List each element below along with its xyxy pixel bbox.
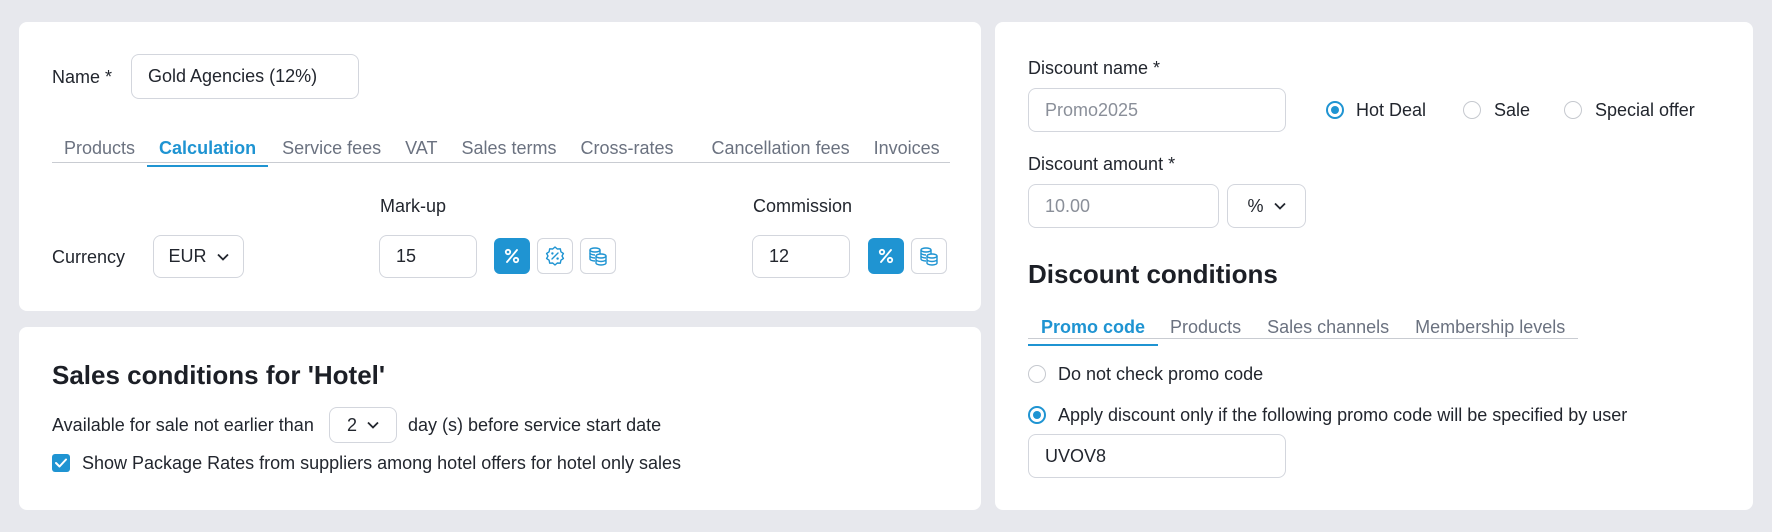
percent-icon [504, 248, 520, 264]
type-special-offer-radio[interactable] [1564, 101, 1582, 119]
promo-code-input[interactable]: UVOV8 [1028, 434, 1286, 478]
discount-amount-input[interactable]: 10.00 [1028, 184, 1219, 228]
days-select[interactable]: 2 [329, 407, 397, 443]
currency-select[interactable]: EUR [153, 235, 244, 278]
tabs-divider [52, 162, 950, 163]
tab-membership-levels[interactable]: Membership levels [1401, 312, 1577, 346]
markup-amount-button[interactable] [580, 238, 616, 274]
tab-products[interactable]: Products [1158, 312, 1253, 346]
discount-badge-icon [545, 246, 565, 266]
available-suffix-label: day (s) before service start date [408, 415, 662, 435]
type-hot-deal-radio[interactable] [1326, 101, 1344, 119]
condition-tabs: Promo code Products Sales channels Membe… [1028, 312, 1577, 346]
package-rates-label: Show Package Rates from suppliers among … [82, 453, 681, 473]
promo-do-not-check-radio[interactable] [1028, 365, 1046, 383]
commission-amount-button[interactable] [911, 238, 947, 274]
type-hot-deal-label: Hot Deal [1356, 100, 1427, 120]
currency-value: EUR [168, 246, 207, 266]
check-icon [55, 458, 67, 468]
commission-percent-button[interactable] [868, 238, 904, 274]
amount-unit-select[interactable]: % [1227, 184, 1306, 228]
chevron-down-icon [367, 421, 379, 429]
name-label: Name * [52, 67, 113, 87]
percent-icon [878, 248, 894, 264]
type-sale-label: Sale [1494, 100, 1531, 120]
chevron-down-icon [1273, 202, 1286, 210]
promo-apply-label: Apply discount only if the following pro… [1058, 405, 1628, 425]
tab-sales-channels[interactable]: Sales channels [1253, 312, 1401, 346]
promo-do-not-check-label: Do not check promo code [1058, 364, 1264, 384]
name-input[interactable]: Gold Agencies (12%) [131, 54, 359, 99]
discount-name-label: Discount name * [1028, 58, 1161, 78]
chevron-down-icon [216, 253, 229, 261]
commission-label: Commission [753, 196, 853, 216]
sales-conditions-title: Sales conditions for 'Hotel' [52, 360, 386, 390]
promo-apply-radio[interactable] [1028, 406, 1046, 424]
type-special-offer-label: Special offer [1595, 100, 1695, 120]
currency-label: Currency [52, 247, 126, 267]
markup-input[interactable]: 15 [379, 235, 477, 278]
discount-name-input[interactable]: Promo2025 [1028, 88, 1286, 132]
discount-conditions-title: Discount conditions [1028, 259, 1278, 289]
tab-promo-code[interactable]: Promo code [1028, 312, 1159, 346]
sales-conditions-card: Sales conditions for 'Hotel' Available f… [19, 327, 981, 510]
markup-label: Mark-up [380, 196, 447, 216]
coins-icon [589, 247, 607, 266]
discount-card: Discount name * Promo2025 Hot Deal Sale … [995, 22, 1753, 510]
discount-amount-label: Discount amount * [1028, 154, 1176, 174]
agency-settings-card: Name * Gold Agencies (12%) Products Calc… [19, 22, 981, 311]
commission-input[interactable]: 12 [752, 235, 850, 278]
available-prefix-label: Available for sale not earlier than [52, 415, 314, 435]
type-sale-radio[interactable] [1463, 101, 1481, 119]
amount-unit-value: % [1247, 195, 1264, 216]
condition-tabs-divider [1028, 338, 1578, 339]
markup-discount-badge-button[interactable] [537, 238, 573, 274]
markup-percent-button[interactable] [494, 238, 530, 274]
coins-icon [920, 247, 938, 266]
package-rates-checkbox[interactable] [52, 454, 70, 472]
days-value: 2 [346, 414, 357, 435]
